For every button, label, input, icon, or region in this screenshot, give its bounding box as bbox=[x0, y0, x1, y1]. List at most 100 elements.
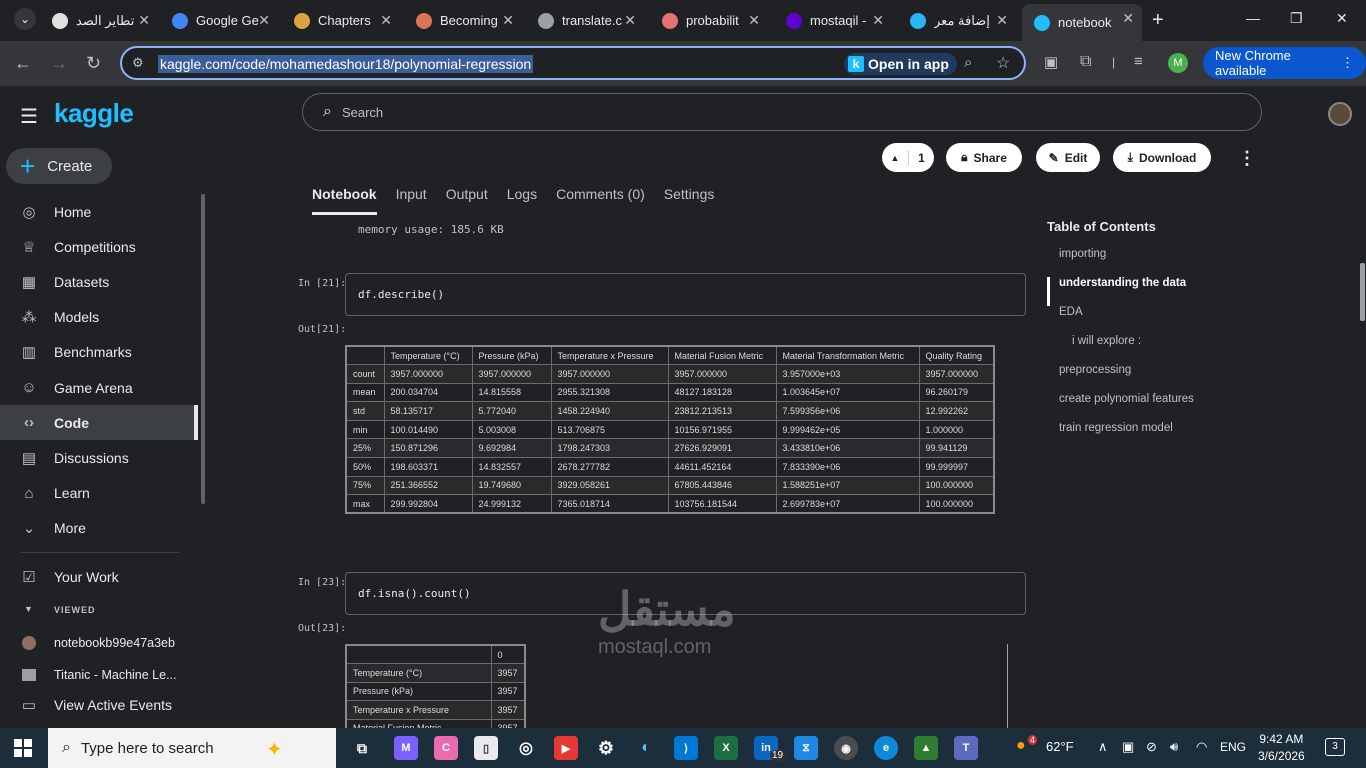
tab-input[interactable]: Input bbox=[396, 186, 427, 215]
edge-icon[interactable]: e bbox=[874, 736, 898, 760]
sidebar-scrollbar[interactable] bbox=[201, 194, 205, 504]
sidebar-item-datasets[interactable]: ▦ Datasets bbox=[0, 264, 198, 299]
toc-item[interactable]: train regression model bbox=[1047, 422, 1297, 451]
maximize-button[interactable]: ❐ bbox=[1290, 10, 1303, 27]
excel-icon[interactable]: X bbox=[714, 736, 738, 760]
toc-item[interactable]: EDA bbox=[1047, 306, 1297, 335]
toc-item[interactable]: preprocessing bbox=[1047, 364, 1297, 393]
browser-tab[interactable]: notebook ✕ bbox=[1022, 4, 1142, 41]
weather-icon[interactable]: ● bbox=[1016, 737, 1026, 755]
tab-close-icon[interactable]: ✕ bbox=[872, 12, 884, 29]
create-button[interactable]: + Create bbox=[6, 148, 112, 184]
taskbar-search[interactable]: ⌕ Type here to search ✦ bbox=[48, 728, 336, 768]
new-chrome-available-button[interactable]: New Chrome available ⋮ bbox=[1203, 47, 1366, 79]
clock[interactable]: 9:42 AM 3/6/2026 bbox=[1258, 731, 1305, 765]
viewed-item-notebook[interactable]: notebookb99e47a3eb bbox=[0, 625, 198, 660]
chatgpt-icon[interactable]: ⚙ bbox=[594, 736, 618, 760]
media-control-icon[interactable]: ≡ bbox=[1134, 53, 1143, 70]
sidebar-item-more[interactable]: ⌄ More bbox=[0, 511, 198, 546]
site-info-icon[interactable]: ⚙ bbox=[132, 55, 144, 71]
share-button[interactable]: 🔒︎ Share bbox=[946, 143, 1022, 172]
extensions-puzzle-icon[interactable]: ⧉ bbox=[1080, 53, 1091, 71]
zoom-search-icon[interactable]: ⌕ bbox=[964, 54, 972, 71]
kaggle-logo[interactable]: kaggle bbox=[54, 98, 134, 129]
chrome-profile-avatar[interactable]: M bbox=[1168, 53, 1188, 73]
toc-item[interactable]: understanding the data bbox=[1047, 277, 1297, 306]
new-tab-button[interactable]: + bbox=[1152, 9, 1164, 32]
hamburger-menu-icon[interactable]: ☰ bbox=[20, 104, 38, 129]
weather-temp[interactable]: 62°F bbox=[1046, 739, 1074, 754]
back-icon[interactable]: ← bbox=[14, 53, 32, 74]
upvote-button[interactable]: ▲ 1 bbox=[882, 143, 934, 172]
tab-logs[interactable]: Logs bbox=[507, 186, 537, 215]
browser-tab[interactable]: translate.c ✕ bbox=[526, 6, 644, 35]
file-icon[interactable]: ▯ bbox=[474, 736, 498, 760]
youtube-icon[interactable]: ▶ bbox=[554, 736, 578, 760]
forward-icon[interactable]: → bbox=[50, 53, 68, 74]
address-bar[interactable]: ⚙ kaggle.com/code/mohamedashour18/polyno… bbox=[120, 46, 1026, 80]
tab-output[interactable]: Output bbox=[446, 186, 488, 215]
tab-settings[interactable]: Settings bbox=[664, 186, 715, 215]
browser-tab[interactable]: Chapters ✕ bbox=[282, 6, 400, 35]
app-icon[interactable]: ⧖ bbox=[794, 736, 818, 760]
browser-tab[interactable]: تطاير الصد ✕ bbox=[40, 6, 158, 35]
sidebar-item-models[interactable]: ⁂ Models bbox=[0, 300, 198, 335]
sidebar-item-your-work[interactable]: ☑ Your Work bbox=[0, 559, 198, 594]
chrome-icon[interactable]: ◉ bbox=[834, 736, 858, 760]
tab-close-icon[interactable]: ✕ bbox=[1122, 10, 1134, 27]
tab-close-icon[interactable]: ✕ bbox=[996, 12, 1008, 29]
drive-icon[interactable]: ▲ bbox=[914, 736, 938, 760]
copilot-icon[interactable]: C bbox=[434, 736, 458, 760]
page-scrollbar[interactable] bbox=[1360, 263, 1365, 321]
site-search-bar[interactable]: ⌕ Search bbox=[302, 93, 1262, 131]
m365-icon[interactable]: M bbox=[394, 736, 418, 760]
more-options-icon[interactable]: ⋮ bbox=[1238, 148, 1256, 169]
tab-close-icon[interactable]: ✕ bbox=[748, 12, 760, 29]
download-button[interactable]: ⤓ Download bbox=[1113, 143, 1211, 172]
wifi-icon[interactable]: ◠ bbox=[1196, 739, 1207, 755]
browser-tab[interactable]: Google Ge ✕ bbox=[160, 6, 278, 35]
toc-item[interactable]: create polynomial features bbox=[1047, 393, 1297, 422]
tray-chevron-icon[interactable]: ∧ bbox=[1098, 739, 1108, 755]
view-active-events-link[interactable]: ▭ View Active Events bbox=[0, 687, 198, 722]
edit-button[interactable]: ✎ Edit bbox=[1036, 143, 1100, 172]
code-cell-describe[interactable]: df.describe() bbox=[345, 273, 1026, 316]
tray-app-icon[interactable]: ▣ bbox=[1122, 739, 1134, 755]
sidebar-item-benchmarks[interactable]: ▥ Benchmarks bbox=[0, 335, 198, 370]
sidebar-item-game-arena[interactable]: ☺ Game Arena bbox=[0, 370, 198, 405]
tab-close-icon[interactable]: ✕ bbox=[502, 12, 514, 29]
browser-tab[interactable]: probabilit ✕ bbox=[650, 6, 768, 35]
task-view-icon[interactable]: ⧉ bbox=[350, 736, 374, 760]
tab-close-icon[interactable]: ✕ bbox=[258, 12, 270, 29]
minimize-button[interactable]: — bbox=[1246, 10, 1260, 26]
close-window-button[interactable]: ✕ bbox=[1336, 10, 1348, 27]
browser-tab[interactable]: Becoming ✕ bbox=[404, 6, 522, 35]
tab-comments[interactable]: Comments (0) bbox=[556, 186, 645, 215]
bookmark-star-icon[interactable]: ☆ bbox=[996, 53, 1010, 73]
url-text[interactable]: kaggle.com/code/mohamedashour18/polynomi… bbox=[158, 55, 534, 73]
network-off-icon[interactable]: ⊘ bbox=[1146, 739, 1157, 755]
tab-search-button[interactable]: ⌄ bbox=[14, 8, 36, 30]
media-app-icon[interactable]: ◎ bbox=[514, 736, 538, 760]
volume-icon[interactable]: 🔊︎ bbox=[1170, 739, 1178, 755]
tab-notebook[interactable]: Notebook bbox=[312, 186, 377, 215]
reload-icon[interactable]: ↻ bbox=[86, 53, 101, 74]
sidebar-item-competitions[interactable]: ♕ Competitions bbox=[0, 229, 198, 264]
collapse-arrow-icon[interactable]: ▼ bbox=[24, 604, 33, 614]
tab-close-icon[interactable]: ✕ bbox=[380, 12, 392, 29]
sidebar-item-learn[interactable]: ⌂ Learn bbox=[0, 476, 198, 511]
vscode-icon[interactable]: ⟩ bbox=[674, 736, 698, 760]
open-in-app-button[interactable]: k Open in app bbox=[844, 53, 957, 75]
tab-close-icon[interactable]: ✕ bbox=[624, 12, 636, 29]
sidebar-item-home[interactable]: ◎ Home bbox=[0, 194, 198, 229]
tab-close-icon[interactable]: ✕ bbox=[138, 12, 150, 29]
wireless-app-icon[interactable]: ◐ bbox=[634, 736, 658, 760]
notion-extension-icon[interactable]: ▣ bbox=[1044, 53, 1058, 71]
windows-start-icon[interactable] bbox=[14, 739, 32, 757]
sidebar-item-code[interactable]: ‹› Code bbox=[0, 405, 198, 441]
sidebar-item-discussions[interactable]: ▤ Discussions bbox=[0, 440, 198, 475]
browser-tab[interactable]: mostaqil - ✕ bbox=[774, 6, 892, 35]
teams-icon[interactable]: T bbox=[954, 736, 978, 760]
browser-tab[interactable]: إضافة معر ✕ bbox=[898, 6, 1016, 35]
language-indicator[interactable]: ENG bbox=[1220, 740, 1246, 754]
